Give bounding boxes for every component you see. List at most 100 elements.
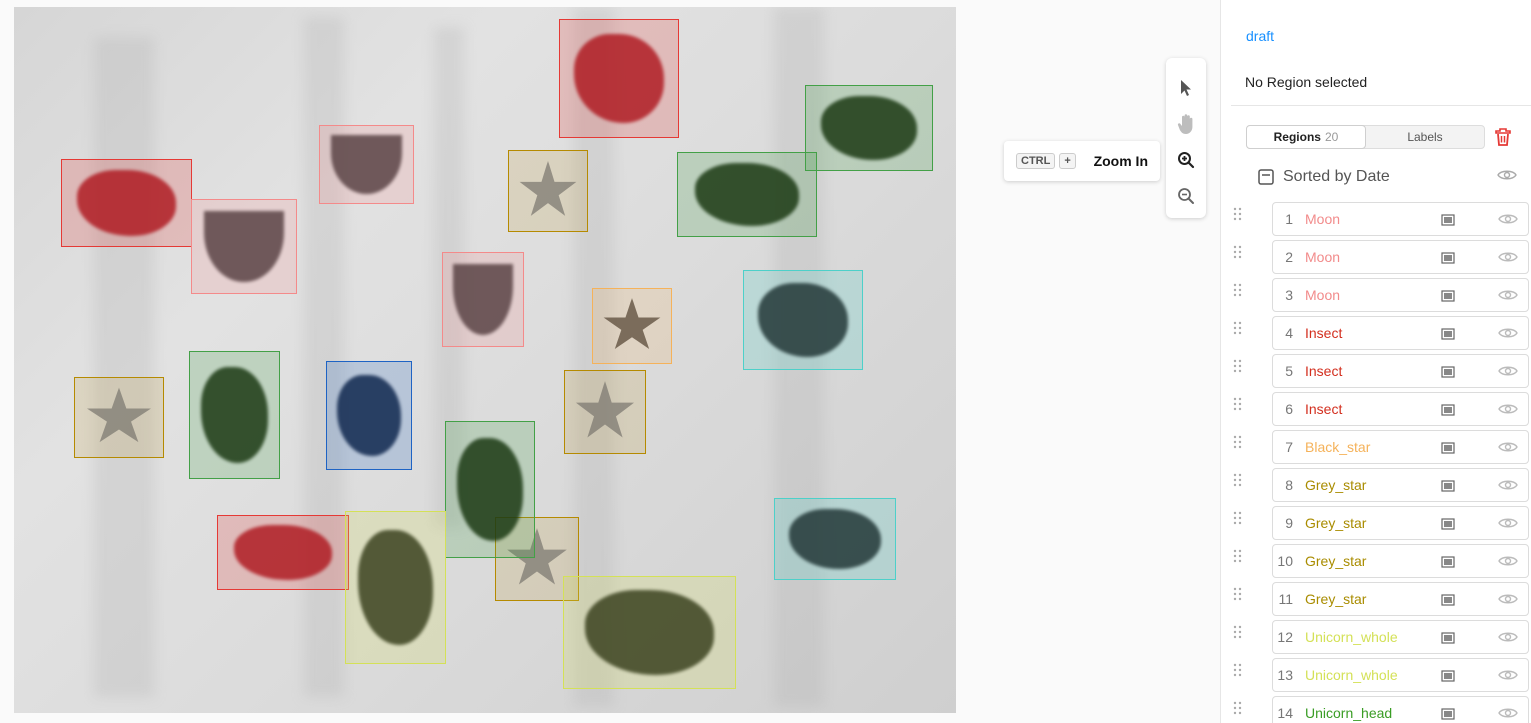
tab-regions-count: 20: [1324, 130, 1339, 144]
eye-icon[interactable]: [1498, 706, 1518, 720]
bounding-box-grey-star[interactable]: [74, 377, 164, 458]
eye-icon[interactable]: [1498, 440, 1518, 454]
region-number: 4: [1285, 325, 1293, 341]
region-list-item: 2 Moon: [1221, 238, 1531, 276]
gummy-object: [331, 135, 402, 194]
drag-handle-icon[interactable]: [1233, 511, 1243, 525]
eye-icon[interactable]: [1498, 364, 1518, 378]
region-number: 13: [1277, 667, 1293, 683]
bounding-box-insect[interactable]: [217, 515, 349, 590]
drag-handle-icon[interactable]: [1233, 625, 1243, 639]
gummy-object: [758, 282, 848, 358]
annotation-status[interactable]: draft: [1246, 28, 1274, 44]
region-label: Unicorn_whole: [1305, 629, 1398, 645]
canvas-toolbar: [1166, 58, 1206, 218]
zoom-in-tooltip: CTRL + Zoom In: [1004, 141, 1160, 181]
eye-icon[interactable]: [1498, 288, 1518, 302]
bounding-box-grey-star[interactable]: [508, 150, 588, 232]
region-card[interactable]: 12 Unicorn_whole: [1272, 620, 1529, 654]
region-card[interactable]: 9 Grey_star: [1272, 506, 1529, 540]
bounding-box-unicorn-head[interactable]: [677, 152, 817, 237]
tab-regions[interactable]: Regions 20: [1246, 125, 1366, 149]
plus-key: +: [1059, 153, 1076, 169]
eye-icon[interactable]: [1498, 212, 1518, 226]
eye-icon[interactable]: [1497, 168, 1517, 182]
drag-handle-icon[interactable]: [1233, 549, 1243, 563]
region-card[interactable]: 1 Moon: [1272, 202, 1529, 236]
region-label: Insect: [1305, 363, 1343, 379]
bounding-box-insect[interactable]: [559, 19, 679, 138]
region-card[interactable]: 14 Unicorn_head: [1272, 696, 1529, 723]
drag-handle-icon[interactable]: [1233, 321, 1243, 335]
drag-handle-icon[interactable]: [1233, 663, 1243, 677]
region-card[interactable]: 6 Insect: [1272, 392, 1529, 426]
trash-icon[interactable]: [1494, 127, 1512, 147]
sort-control[interactable]: Sorted by Date: [1257, 166, 1521, 188]
bounding-box-moon[interactable]: [319, 125, 414, 204]
bounding-box-black-star[interactable]: [592, 288, 672, 364]
selection-info: No Region selected: [1245, 74, 1368, 90]
bounding-box-unicorn-head[interactable]: [445, 421, 535, 558]
drag-handle-icon[interactable]: [1233, 701, 1243, 715]
tab-labels[interactable]: Labels: [1366, 126, 1484, 148]
image-canvas[interactable]: [14, 7, 956, 713]
drag-handle-icon[interactable]: [1233, 435, 1243, 449]
bounding-box-moon[interactable]: [442, 252, 524, 347]
rectangle-region-icon: [1441, 214, 1455, 226]
drag-handle-icon[interactable]: [1233, 283, 1243, 297]
zoom-in-icon: [1178, 152, 1195, 169]
eye-icon[interactable]: [1498, 402, 1518, 416]
bounding-box-teal[interactable]: [774, 498, 896, 580]
region-list-item: 5 Insect: [1221, 352, 1531, 390]
pointer-tool[interactable]: [1174, 76, 1198, 100]
gummy-object: [77, 170, 176, 236]
drag-handle-icon[interactable]: [1233, 473, 1243, 487]
eye-icon[interactable]: [1498, 668, 1518, 682]
drag-handle-icon[interactable]: [1233, 587, 1243, 601]
region-number: 5: [1285, 363, 1293, 379]
eye-icon[interactable]: [1498, 250, 1518, 264]
drag-handle-icon[interactable]: [1233, 207, 1243, 221]
bounding-box-unicorn-head[interactable]: [189, 351, 280, 479]
bounding-box-unicorn-whole[interactable]: [563, 576, 736, 689]
region-card[interactable]: 13 Unicorn_whole: [1272, 658, 1529, 692]
region-number: 8: [1285, 477, 1293, 493]
eye-icon[interactable]: [1498, 592, 1518, 606]
zoom-out-tool[interactable]: [1174, 184, 1198, 208]
bounding-box-grey-star[interactable]: [564, 370, 646, 454]
gummy-object: [357, 530, 434, 645]
region-card[interactable]: 2 Moon: [1272, 240, 1529, 274]
pan-tool[interactable]: [1174, 112, 1198, 136]
eye-icon[interactable]: [1498, 326, 1518, 340]
side-panel: draft No Region selected Regions 20 Labe…: [1220, 0, 1531, 723]
region-card[interactable]: 10 Grey_star: [1272, 544, 1529, 578]
region-card[interactable]: 3 Moon: [1272, 278, 1529, 312]
tab-regions-label: Regions: [1273, 130, 1321, 144]
drag-handle-icon[interactable]: [1233, 359, 1243, 373]
rectangle-region-icon: [1441, 632, 1455, 644]
gummy-object: [603, 297, 661, 350]
region-card[interactable]: 8 Grey_star: [1272, 468, 1529, 502]
eye-icon[interactable]: [1498, 630, 1518, 644]
bounding-box-blue[interactable]: [326, 361, 412, 470]
zoom-in-tool[interactable]: [1174, 148, 1198, 172]
region-card[interactable]: 7 Black_star: [1272, 430, 1529, 464]
rectangle-region-icon: [1441, 328, 1455, 340]
region-card[interactable]: 5 Insect: [1272, 354, 1529, 388]
eye-icon[interactable]: [1498, 554, 1518, 568]
gummy-object: [86, 387, 152, 443]
drag-handle-icon[interactable]: [1233, 245, 1243, 259]
bounding-box-unicorn-whole[interactable]: [345, 511, 446, 664]
bounding-box-teal[interactable]: [743, 270, 863, 370]
eye-icon[interactable]: [1498, 478, 1518, 492]
rectangle-region-icon: [1441, 252, 1455, 264]
bounding-box-unicorn-head[interactable]: [805, 85, 933, 171]
rectangle-region-icon: [1441, 556, 1455, 568]
drag-handle-icon[interactable]: [1233, 397, 1243, 411]
region-card[interactable]: 11 Grey_star: [1272, 582, 1529, 616]
region-card[interactable]: 4 Insect: [1272, 316, 1529, 350]
region-number: 10: [1277, 553, 1293, 569]
bounding-box-insect[interactable]: [61, 159, 192, 247]
eye-icon[interactable]: [1498, 516, 1518, 530]
bounding-box-moon[interactable]: [191, 199, 297, 294]
